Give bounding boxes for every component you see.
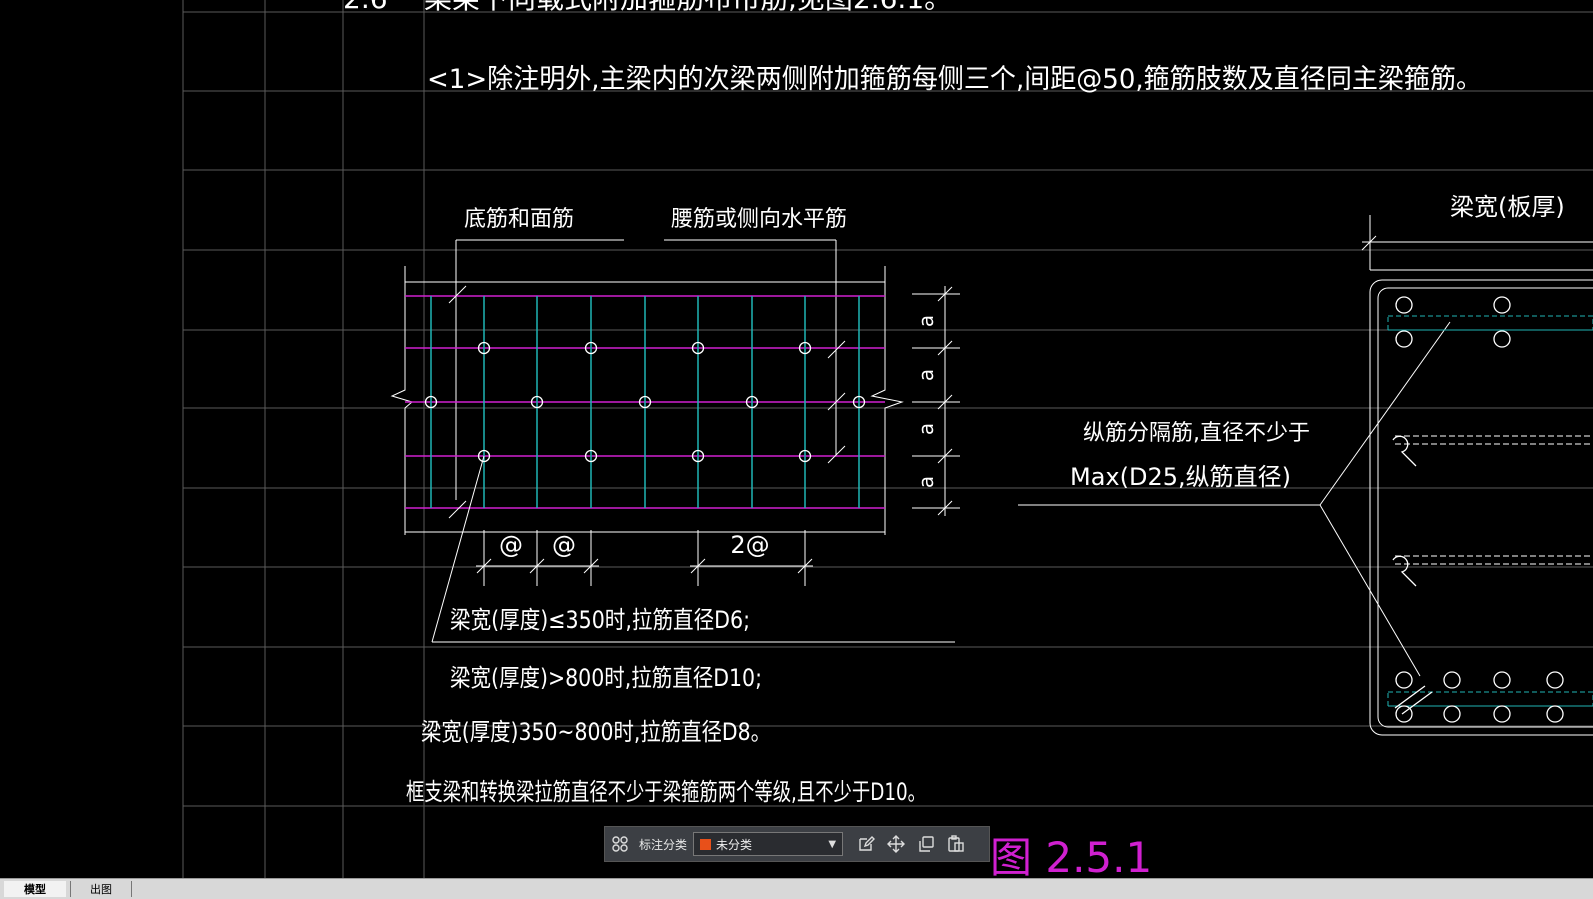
- grid-lines: [182, 0, 1593, 878]
- dim-at-2: @: [552, 531, 576, 559]
- chevron-down-icon: ▼: [828, 838, 837, 850]
- dim-a-2: a: [914, 369, 938, 381]
- label-spacer-2: Max(D25,纵筋直径): [1070, 463, 1291, 491]
- tab-plot[interactable]: 出图: [70, 881, 132, 897]
- beam-elevation: 底筋和面筋 腰筋或侧向水平筋 a a a a @ @ 2@: [390, 207, 960, 643]
- label-beam-width: 梁宽(板厚): [1450, 193, 1565, 221]
- dim-at-1: @: [499, 531, 523, 559]
- label-bottom-top-bars: 底筋和面筋: [464, 207, 574, 232]
- annotation-category-label: 标注分类: [639, 837, 688, 852]
- annotation-category-select[interactable]: 未分类 ▼: [693, 832, 844, 856]
- figure-caption: 图 2.5.1: [990, 833, 1152, 878]
- copy-icon[interactable]: [911, 829, 941, 859]
- label-spacer-1: 纵筋分隔筋,直径不少于: [1083, 421, 1310, 446]
- header-line: 梁架下向载式附加箍筋布帘筋,见图2.6.1。: [424, 0, 952, 15]
- label-waist-bars: 腰筋或侧向水平筋: [671, 207, 847, 232]
- dim-2at: 2@: [730, 531, 769, 559]
- tab-model[interactable]: 模型: [4, 881, 66, 897]
- dim-a-1: a: [914, 315, 938, 327]
- grid-menu-icon[interactable]: [605, 829, 635, 859]
- spacer-bar-annotation: 纵筋分隔筋,直径不少于 Max(D25,纵筋直径): [1018, 321, 1451, 677]
- note-1: <1>除注明外,主梁内的次梁两侧附加箍筋每侧三个,间距@50,箍筋肢数及直径同主…: [427, 64, 1482, 95]
- rule-2: 梁宽(厚度)>800时,拉筋直径D10;: [450, 664, 762, 692]
- paste-icon[interactable]: [941, 829, 971, 859]
- annotation-toolbar: 标注分类 未分类 ▼: [604, 826, 990, 862]
- cad-drawing-canvas[interactable]: 2.6 梁架下向载式附加箍筋布帘筋,见图2.6.1。 <1>除注明外,主梁内的次…: [0, 0, 1593, 878]
- rule-1: 梁宽(厚度)≤350时,拉筋直径D6;: [450, 606, 750, 634]
- tab-model-label: 模型: [24, 883, 46, 896]
- rule-4: 框支梁和转换梁拉筋直径不少于梁箍筋两个等级,且不少于D10。: [406, 778, 926, 806]
- tab-plot-label: 出图: [90, 883, 112, 896]
- annotation-category-value: 未分类: [716, 837, 753, 852]
- edit-icon[interactable]: [851, 829, 881, 859]
- dim-a-4: a: [914, 476, 938, 488]
- header-prefix: 2.6: [343, 0, 388, 15]
- rule-3: 梁宽(厚度)350~800时,拉筋直径D8。: [421, 718, 771, 746]
- dim-a-3: a: [914, 423, 938, 435]
- category-color-swatch: [700, 838, 712, 850]
- layout-tab-bar: 模型 出图: [0, 878, 1593, 899]
- beam-cross-section: 梁宽(板厚): [1361, 193, 1593, 736]
- move-icon[interactable]: [881, 829, 911, 859]
